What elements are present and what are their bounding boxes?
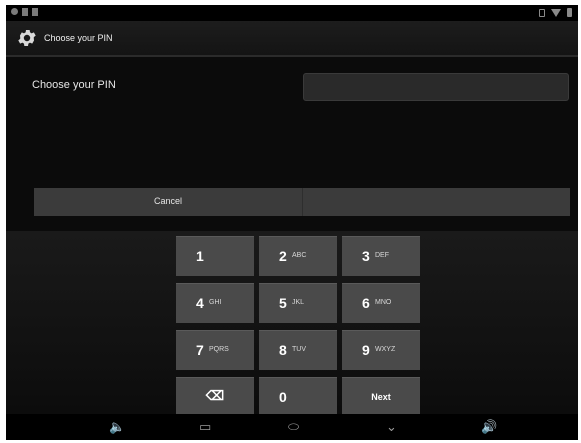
key-letters: PQRS: [209, 346, 229, 353]
key-letters: DEF: [375, 252, 389, 259]
key-0[interactable]: 0: [259, 377, 337, 417]
backspace-icon: ⌫: [205, 388, 225, 403]
key-9[interactable]: 9 WXYZ: [342, 330, 420, 370]
next-key-label: Next: [371, 392, 391, 402]
android-screen: Choose your PIN Choose your PIN Cancel 1…: [6, 5, 578, 440]
sim-icon: [539, 8, 545, 17]
action-bar-title: Choose your PIN: [44, 33, 113, 43]
key-digit: 1: [196, 248, 204, 264]
key-1[interactable]: 1: [176, 236, 254, 276]
volume-down-icon[interactable]: 🔈: [109, 419, 125, 435]
key-letters: WXYZ: [375, 346, 396, 353]
sd-card-icon: [22, 8, 28, 16]
key-digit: 5: [279, 295, 287, 311]
key-2[interactable]: 2 ABC: [259, 236, 337, 276]
notification-icon: [32, 8, 38, 16]
home-icon[interactable]: ⬭: [288, 419, 299, 435]
key-letters: TUV: [292, 346, 306, 353]
key-digit: 3: [362, 248, 370, 264]
wifi-icon: [551, 8, 561, 17]
status-bar: [6, 5, 578, 21]
pin-input[interactable]: [303, 73, 569, 101]
gear-icon: [18, 30, 36, 46]
key-letters: MNO: [375, 299, 392, 306]
battery-icon: [567, 8, 572, 17]
key-digit: 4: [196, 295, 204, 311]
key-letters: GHI: [209, 299, 222, 306]
hide-keyboard-icon[interactable]: ⌄: [386, 419, 397, 435]
navigation-bar: 🔈 ▭ ⬭ ⌄ 🔊: [6, 414, 578, 440]
notification-icon: [11, 8, 18, 15]
button-divider: [302, 188, 303, 216]
cancel-button[interactable]: Cancel: [34, 188, 570, 216]
key-digit: 2: [279, 248, 287, 264]
key-letters: JKL: [292, 299, 305, 306]
key-digit: 8: [279, 342, 287, 358]
recent-apps-icon[interactable]: ▭: [199, 419, 211, 435]
pin-form: Choose your PIN Cancel: [6, 57, 578, 231]
key-5[interactable]: 5 JKL: [259, 283, 337, 323]
key-3[interactable]: 3 DEF: [342, 236, 420, 276]
key-6[interactable]: 6 MNO: [342, 283, 420, 323]
volume-up-icon[interactable]: 🔊: [481, 419, 497, 435]
pin-label: Choose your PIN: [32, 79, 116, 91]
key-letters: ABC: [292, 252, 307, 259]
status-left-icons: [11, 8, 38, 16]
status-right-icons: [539, 8, 572, 17]
key-digit: 0: [279, 389, 287, 405]
key-8[interactable]: 8 TUV: [259, 330, 337, 370]
key-digit: 6: [362, 295, 370, 311]
key-4[interactable]: 4 GHI: [176, 283, 254, 323]
cancel-button-label: Cancel: [153, 196, 182, 206]
numeric-keypad: 1 2 ABC 3 DEF 4 GHI 5 JKL 6 MNO 7 PQRS 8 TUV 9W…: [6, 231, 578, 417]
backspace-key[interactable]: ⌫: [176, 377, 254, 417]
key-7[interactable]: 7 PQRS: [176, 330, 254, 370]
next-key[interactable]: Next: [342, 377, 420, 417]
key-digit: 9: [362, 342, 370, 358]
key-digit: 7: [196, 342, 204, 358]
action-bar: Choose your PIN: [6, 21, 578, 57]
